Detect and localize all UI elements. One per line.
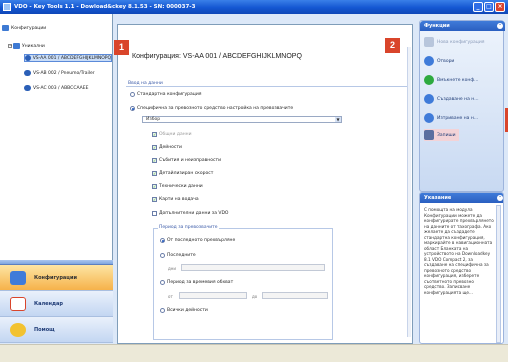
open-icon	[424, 56, 434, 66]
to-label: до	[252, 294, 258, 299]
radio-last-days[interactable]: Последните	[160, 252, 196, 259]
task-new-configuration[interactable]: Нова конфигурация	[424, 36, 485, 48]
checkbox	[152, 211, 157, 216]
checkbox: ✓	[152, 132, 157, 137]
create-icon	[424, 94, 434, 104]
configuration-form: Конфигурация: VS-AA 001 / ABCDEFGHIJKLMN…	[117, 24, 413, 344]
insert-icon	[424, 75, 434, 85]
tree-item-vehicle-2[interactable]: VS-AB 002 / Pneumo/Trailer	[24, 69, 112, 77]
check-vdo-data[interactable]: Допълнителни данни за VDO	[152, 210, 228, 217]
window-controls: _ □ ×	[473, 2, 505, 12]
checkbox: ✓	[152, 145, 157, 150]
from-date-input[interactable]	[179, 292, 247, 299]
radio-indicator	[130, 106, 135, 111]
functions-header: Функции ⌃	[420, 21, 505, 31]
check-driver-cards[interactable]: ✓ Карти на водача	[152, 196, 199, 203]
task-pane: Функции ⌃ Нова конфигурация Отвори Вмъкн…	[415, 14, 508, 344]
nav-item-help[interactable]: Помощ	[0, 317, 113, 343]
radio-since-last[interactable]: От последното прехвърляне	[160, 237, 235, 244]
callout-badge-2: 2	[385, 38, 400, 53]
period-group-label: Период за превозвачите	[158, 225, 219, 230]
radio-period-range[interactable]: Период за времевия обхват	[160, 279, 233, 286]
close-button[interactable]: ×	[495, 2, 505, 12]
radio-all-activities[interactable]: Всички дейности	[160, 307, 208, 314]
section-divider	[126, 86, 411, 87]
info-panel: Указание ⌃ С помощта на модула Конфигура…	[419, 192, 504, 344]
maximize-button[interactable]: □	[484, 2, 494, 12]
check-events[interactable]: ✓ Събития и неизправности	[152, 157, 221, 164]
tree-root[interactable]: Конфигурации	[2, 24, 46, 32]
days-input[interactable]	[181, 264, 325, 271]
save-icon	[424, 130, 434, 140]
checkbox: ✓	[152, 158, 157, 163]
window-title: VDO - Key Tools 1.1 - Dowload&ckey 8.1.5…	[14, 4, 196, 10]
module-navigation: Конфигурации Календар Помощ	[0, 260, 113, 344]
task-delete[interactable]: Изтриване на н...	[424, 112, 478, 124]
new-icon	[424, 37, 434, 47]
info-text: С помощта на модула Конфигурации можете …	[424, 207, 494, 295]
checkbox: ✓	[152, 171, 157, 176]
functions-panel: Функции ⌃ Нова конфигурация Отвори Вмъкн…	[419, 20, 505, 192]
panel-scrollbar[interactable]	[407, 47, 411, 337]
radio-specific[interactable]: Специфична за превозното средство настро…	[130, 105, 293, 112]
collapse-icon[interactable]: ⌃	[497, 23, 503, 29]
radio-indicator	[160, 238, 165, 243]
app-icon	[3, 3, 11, 11]
page-title: Конфигурация: VS-AA 001 / ABCDEFGHIJKLMN…	[132, 53, 302, 60]
profile-select[interactable]: Избор ▼	[142, 116, 342, 123]
calendar-icon	[10, 296, 26, 311]
check-technical[interactable]: ✓ Технически данни	[152, 183, 203, 190]
from-label: от	[168, 294, 173, 299]
minimize-button[interactable]: _	[473, 2, 483, 12]
window-title-bar: VDO - Key Tools 1.1 - Dowload&ckey 8.1.5…	[0, 0, 508, 14]
task-open[interactable]: Отвори	[424, 55, 454, 67]
database-icon	[2, 25, 9, 31]
check-general-data[interactable]: ✓ Общни данни	[152, 131, 192, 138]
radio-standard[interactable]: Стандартна конфигурация	[130, 91, 201, 98]
task-insert-configuration[interactable]: Вмъкнете конф...	[424, 74, 478, 86]
vehicle-icon	[24, 85, 31, 91]
tree-group[interactable]: − Уникални	[8, 42, 45, 50]
to-date-input[interactable]	[262, 292, 328, 299]
checkbox: ✓	[152, 197, 157, 202]
vehicle-icon	[25, 55, 31, 61]
check-speed[interactable]: ✓ Детайлизиран скорост	[152, 170, 213, 177]
radio-indicator	[130, 92, 135, 97]
callout-badge-1: 1	[114, 40, 129, 55]
task-save[interactable]: Запиши	[424, 129, 459, 141]
folder-icon	[13, 43, 20, 49]
tree-item-vehicle-1[interactable]: VS-AA 001 / ABCDEFGHIJKLMNOPQ	[24, 54, 112, 62]
checkbox: ✓	[152, 184, 157, 189]
info-header: Указание ⌃	[420, 193, 503, 203]
radio-indicator	[160, 253, 165, 258]
check-activities[interactable]: ✓ Дейности	[152, 144, 182, 151]
configuration-panel: Конфигурация: VS-AA 001 / ABCDEFGHIJKLMN…	[113, 14, 415, 344]
chevron-down-icon: ▼	[335, 117, 341, 122]
vehicle-icon	[24, 70, 31, 76]
tree-item-vehicle-3[interactable]: VS-AC 003 / ABBCCAAEE	[24, 84, 112, 92]
configuration-icon	[10, 270, 26, 285]
navigation-tree: Конфигурации − Уникални VS-AA 001 / ABCD…	[0, 14, 113, 260]
collapse-icon[interactable]: ⌃	[497, 195, 503, 201]
task-create[interactable]: Създаване на н...	[424, 93, 479, 105]
collapse-icon[interactable]: −	[8, 44, 12, 48]
info-scrollbar[interactable]	[496, 205, 501, 343]
delete-icon	[424, 113, 434, 123]
radio-indicator	[160, 308, 165, 313]
days-label: дни	[168, 266, 176, 271]
status-bar	[0, 344, 508, 362]
nav-item-calendar[interactable]: Календар	[0, 291, 113, 317]
nav-item-configurations[interactable]: Конфигурации	[0, 265, 113, 291]
help-icon	[10, 322, 26, 337]
radio-indicator	[160, 280, 165, 285]
